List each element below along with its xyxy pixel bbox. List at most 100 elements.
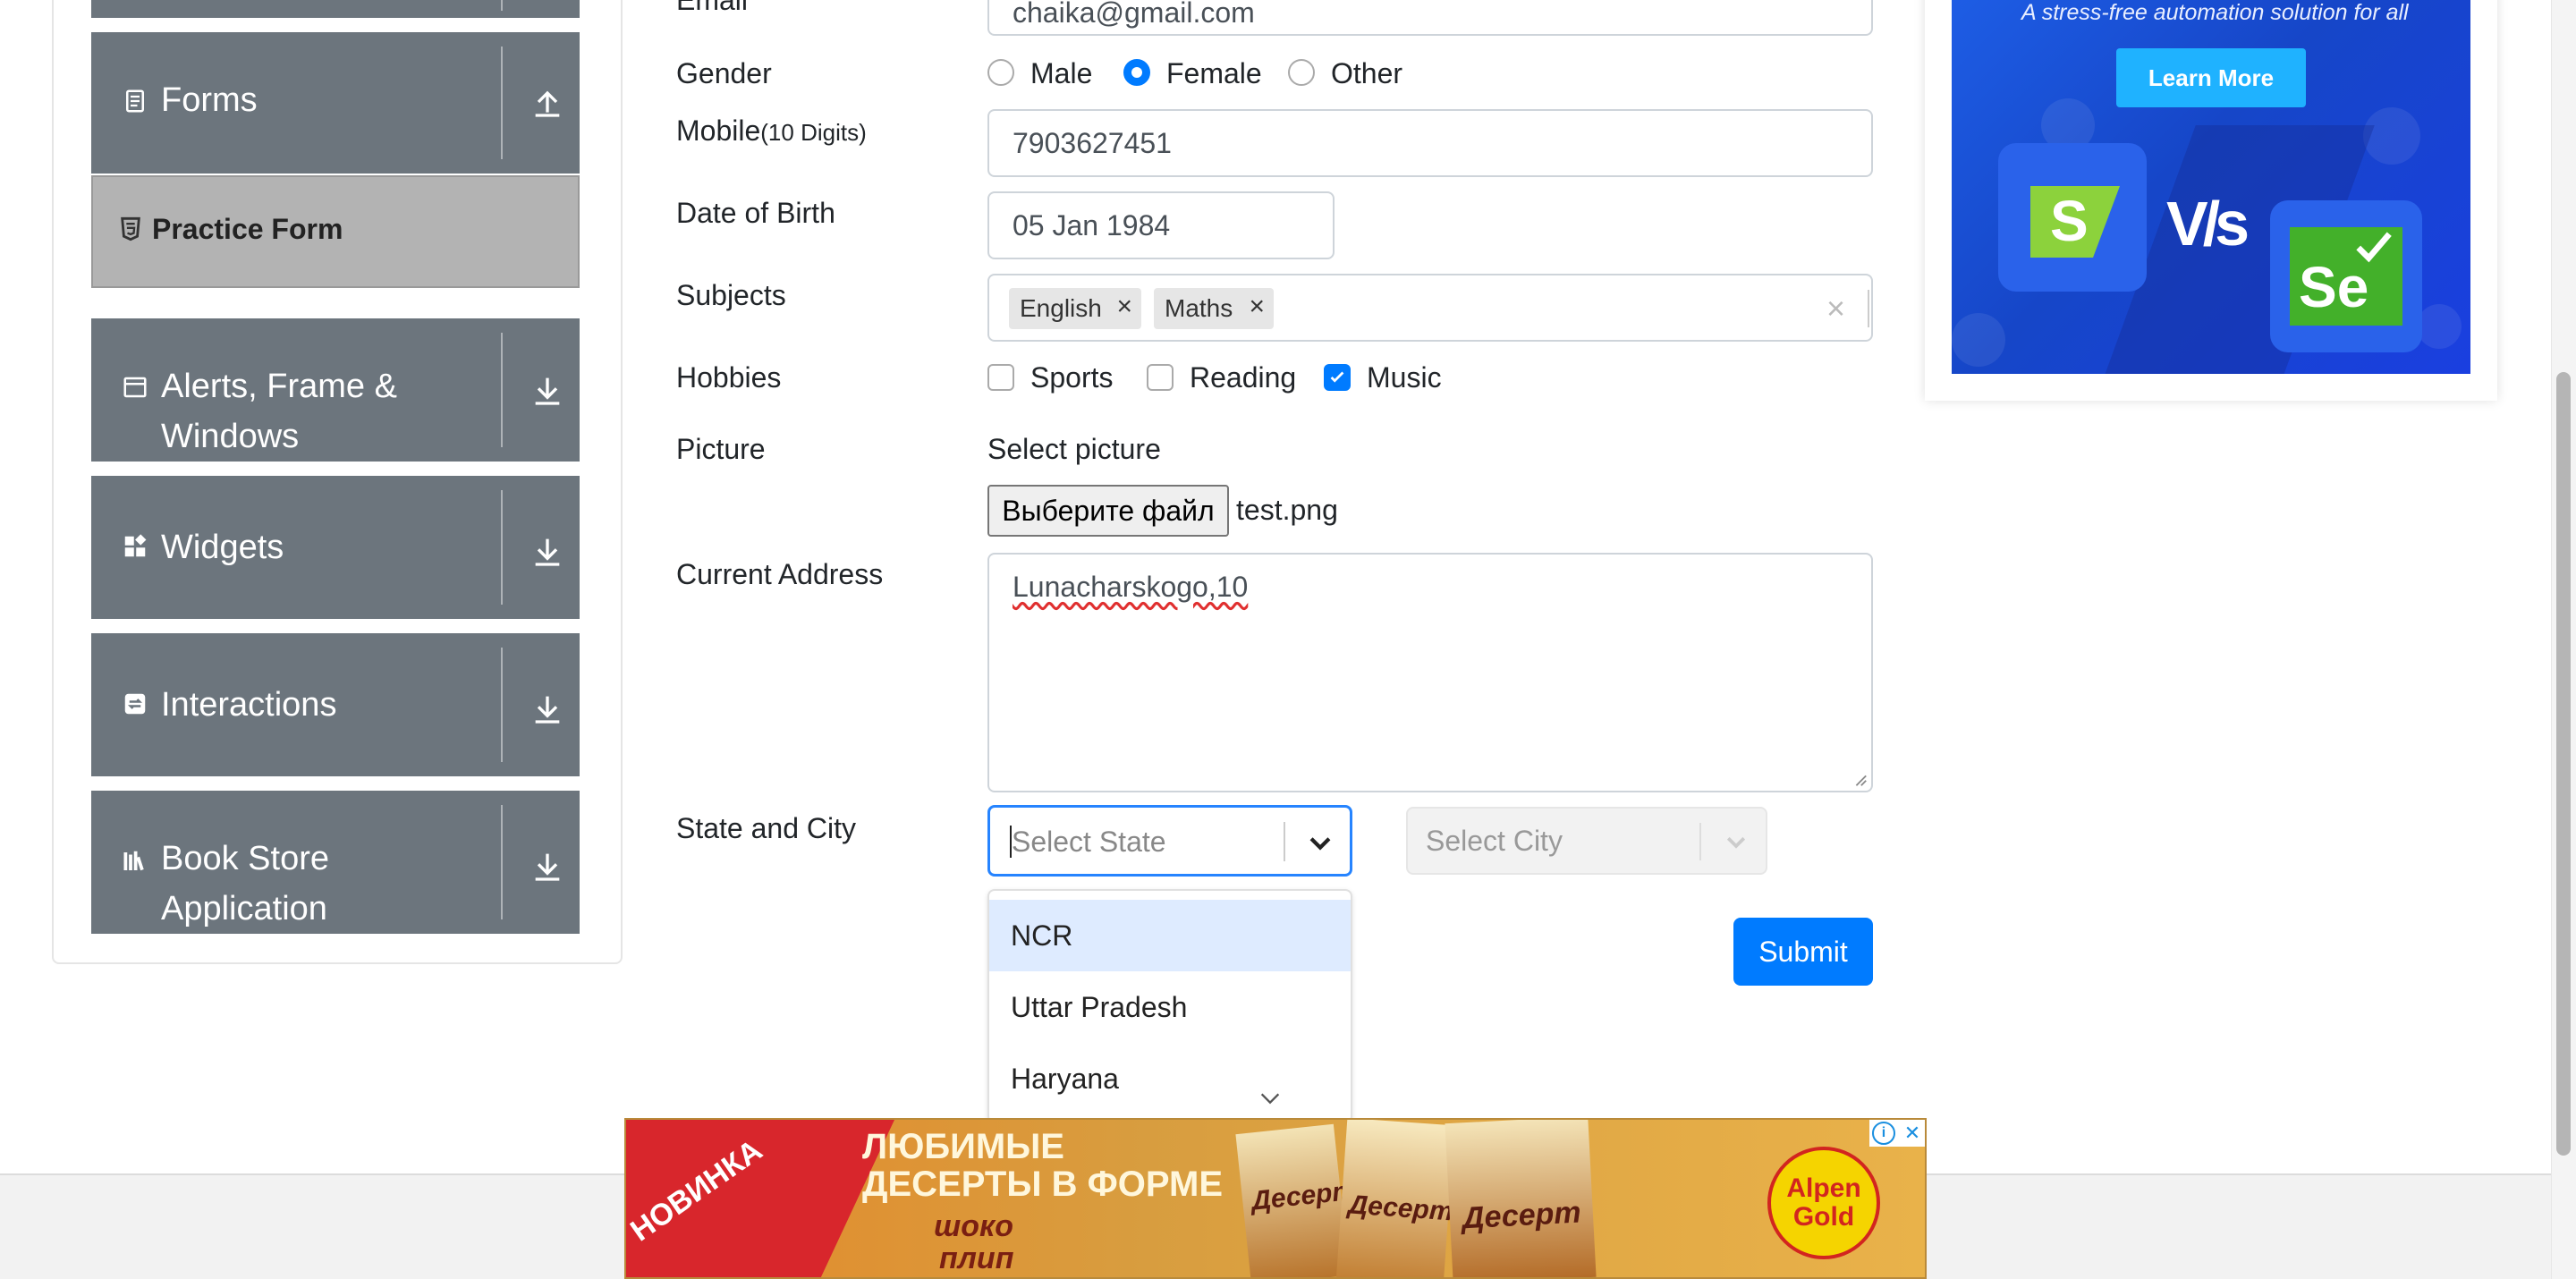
email-value: chaika@gmail.com	[1013, 0, 1255, 29]
state-dropdown-menu: NCR Uttar Pradesh Haryana	[987, 889, 1352, 1123]
state-option-ncr[interactable]: NCR	[989, 900, 1351, 971]
product-pack: Десерт	[1445, 1120, 1597, 1277]
upload-arrow-icon[interactable]	[530, 84, 565, 120]
mobile-hint: (10 Digits)	[760, 119, 867, 146]
brand-line2: Gold	[1792, 1202, 1855, 1232]
decor-circle	[1952, 313, 2005, 367]
gender-option-label[interactable]: Female	[1166, 57, 1262, 90]
checkmark-icon	[1330, 371, 1344, 383]
katalon-logo-tile: S	[1998, 143, 2147, 292]
state-select[interactable]: Select State	[987, 805, 1352, 877]
gender-option-label[interactable]: Male	[1030, 57, 1092, 90]
divider	[501, 648, 503, 762]
alpen-gold-logo: Alpen Gold	[1767, 1147, 1880, 1259]
checkmark-icon	[2356, 232, 2392, 263]
ad-script-line2: плип	[939, 1241, 1014, 1275]
subject-tag: English ×	[1009, 288, 1141, 329]
sidebar-item-label: Practice Form	[152, 213, 343, 245]
download-arrow-icon[interactable]	[530, 690, 565, 726]
gender-option-label[interactable]: Other	[1331, 57, 1402, 90]
hobby-checkbox-music[interactable]	[1324, 364, 1351, 391]
sidebar-group-label-line2: Application	[161, 890, 327, 927]
sidebar-group-interactions[interactable]: Interactions	[91, 633, 580, 776]
scrollbar-thumb[interactable]	[2556, 372, 2571, 1156]
product-pack: Десерт	[1235, 1123, 1358, 1277]
sidebar-item-practice-form[interactable]: Practice Form	[91, 175, 580, 288]
hobby-option-label[interactable]: Reading	[1190, 361, 1296, 394]
selected-file-name: test.png	[1236, 494, 1338, 526]
subjects-field[interactable]: English × Maths × ×	[987, 274, 1873, 342]
city-placeholder: Select City	[1426, 825, 1563, 857]
sidebar-group-widgets[interactable]: Widgets	[91, 476, 580, 619]
remove-tag-icon[interactable]: ×	[1249, 292, 1265, 322]
divider	[1868, 290, 1869, 327]
right-ad-banner[interactable]: A stress-free automation solution for al…	[1952, 0, 2470, 374]
mobile-label-text: Mobile	[676, 114, 761, 147]
remove-tag-icon[interactable]: ×	[1116, 292, 1132, 322]
gender-radio-female[interactable]	[1123, 59, 1150, 86]
katalon-letter: S	[2050, 189, 2089, 253]
bottom-ad-banner[interactable]: НОВИНКА ЛЮБИМЫЕ ДЕСЕРТЫ В ФОРМЕ шоко пли…	[624, 1118, 1927, 1279]
sidebar-group-label: Interactions	[161, 686, 337, 724]
ad-headline-line2: ДЕСЕРТЫ В ФОРМЕ	[862, 1165, 1224, 1204]
resize-handle-icon[interactable]	[1852, 771, 1868, 787]
state-option-haryana[interactable]: Haryana	[989, 1043, 1351, 1114]
hobby-checkbox-sports[interactable]	[987, 364, 1014, 391]
subjects-label: Subjects	[676, 279, 786, 311]
books-icon	[123, 851, 144, 871]
select-picture-title: Select picture	[987, 433, 1161, 465]
selenium-logo-tile: Se	[2270, 200, 2422, 352]
product-pack: Десерт	[1335, 1120, 1455, 1277]
hobby-option-label[interactable]: Music	[1367, 361, 1442, 394]
ad-script-line1: шоко	[934, 1209, 1014, 1243]
download-arrow-icon[interactable]	[530, 372, 565, 408]
ad-headline-line1: ЛЮБИМЫЕ	[862, 1127, 1064, 1166]
sidebar-group-label: Book Store	[161, 840, 329, 877]
state-option-uttar-pradesh[interactable]: Uttar Pradesh	[989, 971, 1351, 1043]
gender-radio-other[interactable]	[1288, 59, 1315, 86]
sidebar-group-forms[interactable]: Forms	[91, 32, 580, 174]
vs-label: V/s	[2166, 189, 2250, 258]
gender-radio-male[interactable]	[987, 59, 1014, 86]
subject-tag-label: Maths	[1165, 294, 1233, 322]
choose-file-button[interactable]: Выберите файл	[987, 485, 1229, 537]
divider	[1284, 822, 1285, 861]
submit-button[interactable]: Submit	[1733, 918, 1873, 986]
sidebar-group-label: Forms	[161, 81, 258, 119]
chevron-down-icon[interactable]	[1723, 828, 1750, 855]
hobby-checkbox-reading[interactable]	[1147, 364, 1174, 391]
sidebar-group-book-store[interactable]: Book Store Application	[91, 791, 580, 934]
email-label: Email	[676, 0, 749, 16]
state-city-label: State and City	[676, 812, 856, 844]
sidebar-group-alerts[interactable]: Alerts, Frame & Windows	[91, 318, 580, 462]
clear-subjects-icon[interactable]: ×	[1826, 290, 1845, 327]
learn-more-button[interactable]: Learn More	[2116, 48, 2306, 107]
sidebar-group-label-line2: Windows	[161, 418, 300, 455]
decor-circle	[2363, 107, 2420, 165]
ad-close-icon[interactable]: ✕	[1898, 1120, 1925, 1147]
download-arrow-icon[interactable]	[530, 848, 565, 884]
ad-tagline: A stress-free automation solution for al…	[2021, 0, 2409, 25]
ad-info-icon[interactable]: i	[1869, 1120, 1898, 1147]
decor-circle	[2417, 304, 2462, 349]
window-icon	[123, 377, 147, 398]
email-field[interactable]: chaika@gmail.com	[987, 0, 1873, 36]
chevron-down-icon[interactable]	[1305, 827, 1335, 858]
gender-label: Gender	[676, 57, 772, 89]
divider	[501, 333, 503, 447]
dob-field[interactable]: 05 Jan 1984	[987, 191, 1335, 259]
sidebar-group-elements[interactable]	[91, 0, 580, 18]
pack-label: Десерт	[1461, 1195, 1582, 1236]
dob-value: 05 Jan 1984	[1013, 208, 1171, 241]
scroll-down-icon[interactable]	[1258, 1086, 1283, 1111]
mobile-field[interactable]: 7903627451	[987, 109, 1873, 177]
hobbies-label: Hobbies	[676, 361, 782, 394]
address-label: Current Address	[676, 558, 884, 590]
interactions-icon	[124, 693, 146, 715]
download-arrow-icon[interactable]	[530, 533, 565, 569]
city-select[interactable]: Select City	[1406, 807, 1767, 875]
brand-line1: Alpen	[1786, 1173, 1861, 1203]
form-icon	[126, 89, 144, 113]
address-textarea[interactable]: Lunacharskogo,10	[987, 553, 1873, 792]
hobby-option-label[interactable]: Sports	[1030, 361, 1113, 394]
